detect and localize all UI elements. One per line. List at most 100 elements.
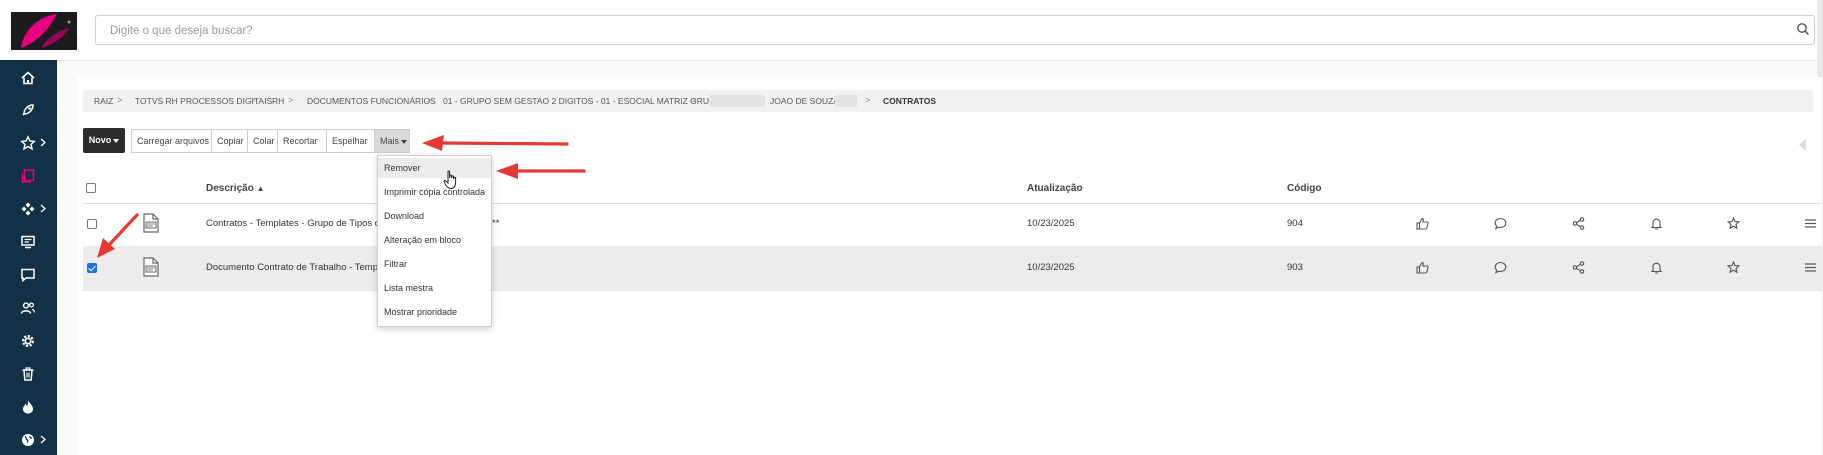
row-code: 903 [1287,262,1303,273]
column-header-code[interactable]: Código [1287,183,1321,194]
chevron-right-icon [40,204,46,213]
sidebar-item-trash[interactable] [0,359,57,389]
table-row[interactable]: Contratos - Templates - Grupo de Tipos d… [83,202,1823,247]
documents-icon [21,169,35,183]
globe-icon [22,434,34,446]
document-file-icon [143,257,159,277]
row-checkbox[interactable] [87,263,97,273]
hand-cursor-icon [443,170,457,190]
comment-icon[interactable] [1494,217,1507,230]
breadcrumb-separator: > [691,95,697,105]
row-checkbox[interactable] [87,219,97,229]
breadcrumb-separator: > [117,95,123,105]
row-description[interactable]: Documento Contrato de Trabalho - Temp [206,262,378,273]
like-icon[interactable] [1416,217,1429,230]
upload-files-button[interactable]: Carregar arquivos [131,129,212,153]
redacted-text [835,95,857,107]
breadcrumb-separator: > [865,95,871,105]
row-updated: 10/23/2025 [1027,262,1075,273]
chevron-right-icon [40,435,46,444]
share-icon[interactable] [1572,261,1585,274]
sidebar-item-settings[interactable] [0,326,57,356]
paste-button[interactable]: Colar [247,129,278,153]
bell-icon[interactable] [1650,217,1663,230]
mirror-label: Espelhar [332,136,368,146]
comment-icon[interactable] [1494,261,1507,274]
chevron-right-icon [40,138,46,147]
sidebar-item-favorites[interactable] [0,128,57,158]
sidebar-item-chat[interactable] [0,260,57,290]
sidebar-item-hot[interactable] [0,392,57,422]
sort-ascending-icon: ▲ [256,184,265,193]
star-icon [20,135,36,151]
breadcrumb-item-current: CONTRATOS [883,96,937,106]
chat-icon [21,268,35,283]
more-dropdown-menu: Remover Imprimir cópia controlada Downlo… [377,155,492,327]
sidebar-item-global[interactable] [0,425,57,455]
monitor-icon [21,235,35,249]
column-header-description[interactable]: Descrição ▲ [206,183,265,194]
collapse-panel-icon[interactable] [1797,138,1807,152]
more-label: Mais [380,136,400,146]
search-icon[interactable] [1796,22,1810,41]
breadcrumb-item-raiz[interactable]: RAIZ [94,96,113,106]
row-updated: 10/23/2025 [1027,218,1075,229]
sidebar-item-users[interactable] [0,293,57,323]
column-header-description-label: Descrição [206,183,254,194]
breadcrumb-separator: > [426,95,432,105]
search-input[interactable] [108,16,1792,46]
redacted-text [709,95,765,107]
column-header-updated[interactable]: Atualização [1027,183,1083,194]
flame-icon [23,400,33,414]
search-box[interactable] [95,15,1815,46]
new-button[interactable]: Novo [83,128,125,153]
paste-label: Colar [253,136,275,146]
caret-down-icon [401,139,408,144]
upload-files-label: Carregar arquivos [137,136,210,146]
gear-icon [21,334,35,348]
row-description[interactable]: Contratos - Templates - Grupo de Tipos d [206,218,380,229]
more-button[interactable]: Mais [374,129,410,153]
mirror-button[interactable]: Espelhar [326,129,375,153]
row-menu-icon[interactable] [1805,218,1816,229]
menu-item-master-list[interactable]: Lista mestra [378,278,491,298]
menu-item-print-controlled-copy[interactable]: Imprimir cópia controlada [378,182,491,202]
bell-icon[interactable] [1650,261,1663,274]
table-header: Descrição ▲ Atualização Código [83,175,1823,204]
trash-icon [22,367,34,381]
new-button-label: Novo [88,135,112,145]
top-bar [0,0,1823,61]
sidebar [0,60,57,455]
menu-item-show-priority[interactable]: Mostrar prioridade [378,302,491,322]
breadcrumb-separator: > [250,95,256,105]
row-code: 904 [1287,218,1303,229]
star-icon[interactable] [1727,217,1740,230]
sidebar-item-workflow[interactable] [0,194,57,224]
users-icon [20,302,36,314]
sidebar-item-monitor[interactable] [0,227,57,257]
copy-label: Copiar [217,136,244,146]
row-description-tail: ** [492,218,500,229]
star-icon[interactable] [1727,261,1740,274]
table-row[interactable]: Documento Contrato de Trabalho - Temp 10… [83,246,1823,291]
share-icon[interactable] [1572,217,1585,230]
menu-item-filter[interactable]: Filtrar [378,254,491,274]
document-file-icon [143,213,159,233]
breadcrumb-item-documentos[interactable]: DOCUMENTOS FUNCIONÁRIOS [307,96,436,106]
menu-item-bulk-edit[interactable]: Alteração em bloco [378,230,491,250]
workflow-icon [21,202,35,216]
menu-item-download[interactable]: Download [378,206,491,226]
menu-item-remove[interactable]: Remover [378,158,491,178]
select-all-checkbox[interactable] [86,183,96,193]
sidebar-item-launch[interactable] [0,95,57,125]
sidebar-item-documents[interactable] [0,161,57,191]
like-icon[interactable] [1416,261,1429,274]
breadcrumb-item-rh[interactable]: RH [272,96,284,106]
cut-label: Recortar [283,136,318,146]
row-menu-icon[interactable] [1805,262,1816,273]
cut-button[interactable]: Recortar [277,129,327,153]
sidebar-item-home[interactable] [0,63,57,93]
copy-button[interactable]: Copiar [211,129,248,153]
home-icon [21,71,35,85]
company-logo[interactable] [11,12,77,50]
